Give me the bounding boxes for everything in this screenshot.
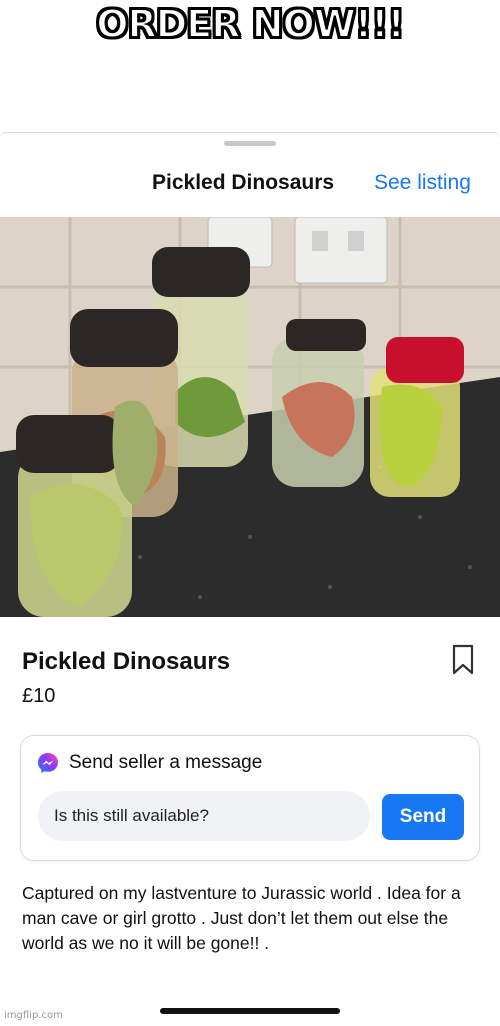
listing-sheet: Pickled Dinosaurs See listing Pickled Di… <box>0 132 500 1026</box>
sheet-title: Pickled Dinosaurs <box>152 171 335 194</box>
home-indicator[interactable] <box>160 1008 340 1014</box>
send-button[interactable]: Send <box>382 794 464 840</box>
sheet-grabber[interactable] <box>224 141 276 146</box>
message-card-label: Send seller a message <box>69 752 263 773</box>
see-listing-link[interactable]: See listing <box>374 171 471 195</box>
messenger-icon <box>37 752 59 774</box>
listing-title: Pickled Dinosaurs <box>22 648 231 675</box>
pickled-dinosaurs-photo <box>0 217 500 617</box>
message-card-header: Send seller a message <box>37 752 262 774</box>
listing-photo[interactable] <box>0 217 500 617</box>
listing-description: Captured on my lastventure to Jurassic w… <box>22 883 461 953</box>
meme-caption: ORDER NOW!!! <box>95 1 406 47</box>
imgflip-watermark: imgflip.com <box>4 1010 63 1021</box>
message-seller-card: Send seller a message Is this still avai… <box>20 735 480 861</box>
message-input[interactable]: Is this still available? <box>38 791 370 841</box>
bookmark-icon[interactable] <box>448 643 478 677</box>
listing-price: £10 <box>22 685 56 707</box>
